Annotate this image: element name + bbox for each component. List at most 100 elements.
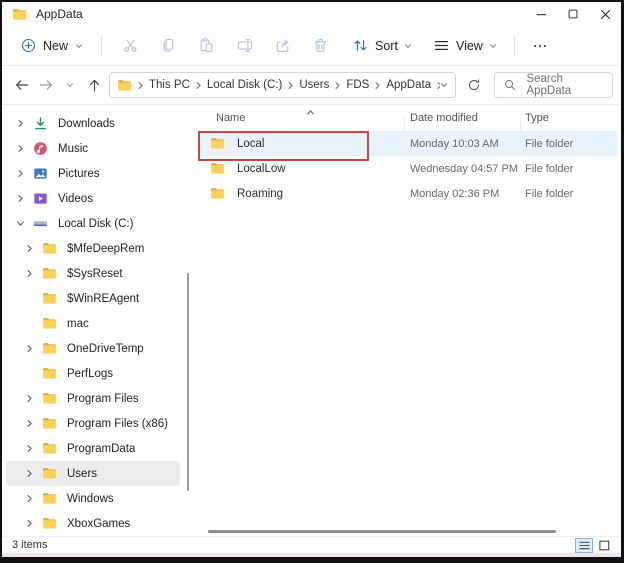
refresh-button[interactable]: [462, 72, 486, 98]
file-row-locallow[interactable]: LocalLowWednesday 04:57 PMFile folder: [200, 156, 617, 181]
address-dropdown-icon[interactable]: [440, 81, 448, 89]
view-button[interactable]: View: [425, 31, 505, 60]
chevron-right-icon[interactable]: [14, 194, 26, 203]
sidebar-item-music[interactable]: Music: [6, 136, 180, 161]
sidebar-item-mac[interactable]: mac: [6, 311, 180, 336]
chevron-right-icon[interactable]: [23, 444, 35, 453]
chevron-right-icon[interactable]: [14, 144, 26, 153]
close-button[interactable]: [589, 2, 621, 26]
maximize-button[interactable]: [557, 2, 589, 26]
folder-icon: [117, 78, 132, 93]
file-date-modified: Monday 02:36 PM: [410, 188, 525, 200]
navigation-pane: Downloads Music Pictures VideosLocal Disk (…: [2, 105, 186, 536]
title-bar: AppData: [2, 2, 621, 26]
sidebar-item-windows[interactable]: Windows: [6, 486, 180, 511]
chevron-right-icon[interactable]: [23, 244, 35, 253]
sidebar-item-label: XboxGames: [67, 518, 130, 530]
sidebar-item-sysreset[interactable]: $SysReset: [6, 261, 180, 286]
search-box[interactable]: Search AppData: [494, 72, 613, 98]
file-list-pane: Name Date modified Type LocalMonday 10:0…: [186, 105, 621, 536]
breadcrumb-segment-appdata[interactable]: AppData: [386, 79, 431, 91]
file-name-cell: Local: [200, 136, 410, 151]
column-header-date-modified[interactable]: Date modified: [410, 112, 525, 124]
recent-locations-button[interactable]: [58, 72, 82, 98]
breadcrumb-segment-local-disk-c[interactable]: Local Disk (C:): [207, 79, 282, 91]
sidebar-item-label: $SysReset: [67, 268, 123, 280]
sidebar-item-programdata[interactable]: ProgramData: [6, 436, 180, 461]
share-button[interactable]: [263, 32, 301, 59]
rename-icon: [236, 37, 253, 54]
column-header-name[interactable]: Name: [200, 112, 410, 124]
folder-icon: [42, 291, 58, 306]
paste-button[interactable]: [187, 32, 225, 59]
folder-icon: [42, 366, 58, 381]
chevron-right-icon[interactable]: [23, 469, 35, 478]
sidebar-item-local-disk-c[interactable]: Local Disk (C:): [6, 211, 180, 236]
sidebar-item-label: Pictures: [58, 168, 100, 180]
sidebar-item-onedrivetemp[interactable]: OneDriveTemp: [6, 336, 180, 361]
chevron-right-icon[interactable]: [23, 494, 35, 503]
chevron-right-icon[interactable]: [23, 344, 35, 353]
chevron-right-icon[interactable]: [14, 169, 26, 178]
horizontal-scrollbar[interactable]: [208, 530, 556, 533]
sidebar-item-label: Music: [58, 143, 88, 155]
cut-button[interactable]: [111, 32, 149, 59]
column-header-type[interactable]: Type: [525, 112, 617, 124]
file-row-roaming[interactable]: RoamingMonday 02:36 PMFile folder: [200, 181, 617, 206]
breadcrumb-separator-icon: [373, 81, 382, 90]
sidebar-item-label: Users: [67, 468, 97, 480]
breadcrumb-separator-icon: [136, 81, 145, 90]
toolbar-divider: [101, 36, 102, 56]
sidebar-item-program-files[interactable]: Program Files: [6, 386, 180, 411]
navigation-buttons: [10, 72, 106, 98]
sidebar-item-label: $WinREAgent: [67, 293, 139, 305]
copy-button[interactable]: [149, 32, 187, 59]
new-button[interactable]: New: [12, 32, 92, 59]
folder-icon: [42, 241, 58, 256]
address-bar[interactable]: This PC Local Disk (C:) Users FDS AppData: [109, 72, 456, 98]
sidebar-item-pictures[interactable]: Pictures: [6, 161, 180, 186]
sidebar-item-program-files-x86[interactable]: Program Files (x86): [6, 411, 180, 436]
sidebar-item-videos[interactable]: Videos: [6, 186, 180, 211]
status-bar: 3 items: [2, 536, 621, 553]
window-controls: [525, 2, 621, 26]
chevron-right-icon[interactable]: [23, 419, 35, 428]
sidebar-item-perflogs[interactable]: PerfLogs: [6, 361, 180, 386]
sidebar-item-users[interactable]: Users: [6, 461, 180, 486]
breadcrumb-segment-this-pc[interactable]: This PC: [149, 79, 190, 91]
chevron-down-icon: [75, 42, 83, 50]
sort-button-label: Sort: [375, 39, 398, 53]
details-view-toggle[interactable]: [575, 538, 593, 553]
forward-icon: [38, 77, 54, 93]
chevron-down-icon[interactable]: [14, 219, 26, 228]
chevron-right-icon[interactable]: [23, 269, 35, 278]
more-options-button[interactable]: [524, 32, 556, 60]
folder-icon: [42, 441, 58, 456]
sidebar-item-label: Program Files (x86): [67, 418, 168, 430]
icons-view-toggle[interactable]: [595, 538, 613, 553]
back-button[interactable]: [10, 72, 34, 98]
sidebar-item-downloads[interactable]: Downloads: [6, 111, 180, 136]
plus-circle-icon: [21, 38, 36, 53]
minimize-button[interactable]: [525, 2, 557, 26]
delete-button[interactable]: [301, 32, 339, 59]
breadcrumb-segment-users[interactable]: Users: [299, 79, 329, 91]
sidebar-item-winreagent[interactable]: $WinREAgent: [6, 286, 180, 311]
chevron-right-icon[interactable]: [23, 394, 35, 403]
up-button[interactable]: [82, 72, 106, 98]
drive-icon: [33, 216, 49, 231]
breadcrumb-segment-fds[interactable]: FDS: [346, 79, 369, 91]
chevron-right-icon[interactable]: [23, 519, 35, 528]
sort-button[interactable]: Sort: [344, 31, 420, 60]
sidebar-item-xboxgames[interactable]: XboxGames: [6, 511, 180, 536]
sidebar-item-mfedeeprem[interactable]: $MfeDeepRem: [6, 236, 180, 261]
file-row-local[interactable]: LocalMonday 10:03 AMFile folder: [200, 131, 617, 156]
command-bar: New Sort View: [2, 26, 621, 66]
file-name: LocalLow: [237, 163, 286, 175]
rename-button[interactable]: [225, 32, 263, 59]
up-icon: [87, 78, 102, 93]
file-date-modified: Wednesday 04:57 PM: [410, 163, 525, 175]
forward-button[interactable]: [34, 72, 58, 98]
sidebar-item-label: Downloads: [58, 118, 115, 130]
chevron-right-icon[interactable]: [14, 119, 26, 128]
